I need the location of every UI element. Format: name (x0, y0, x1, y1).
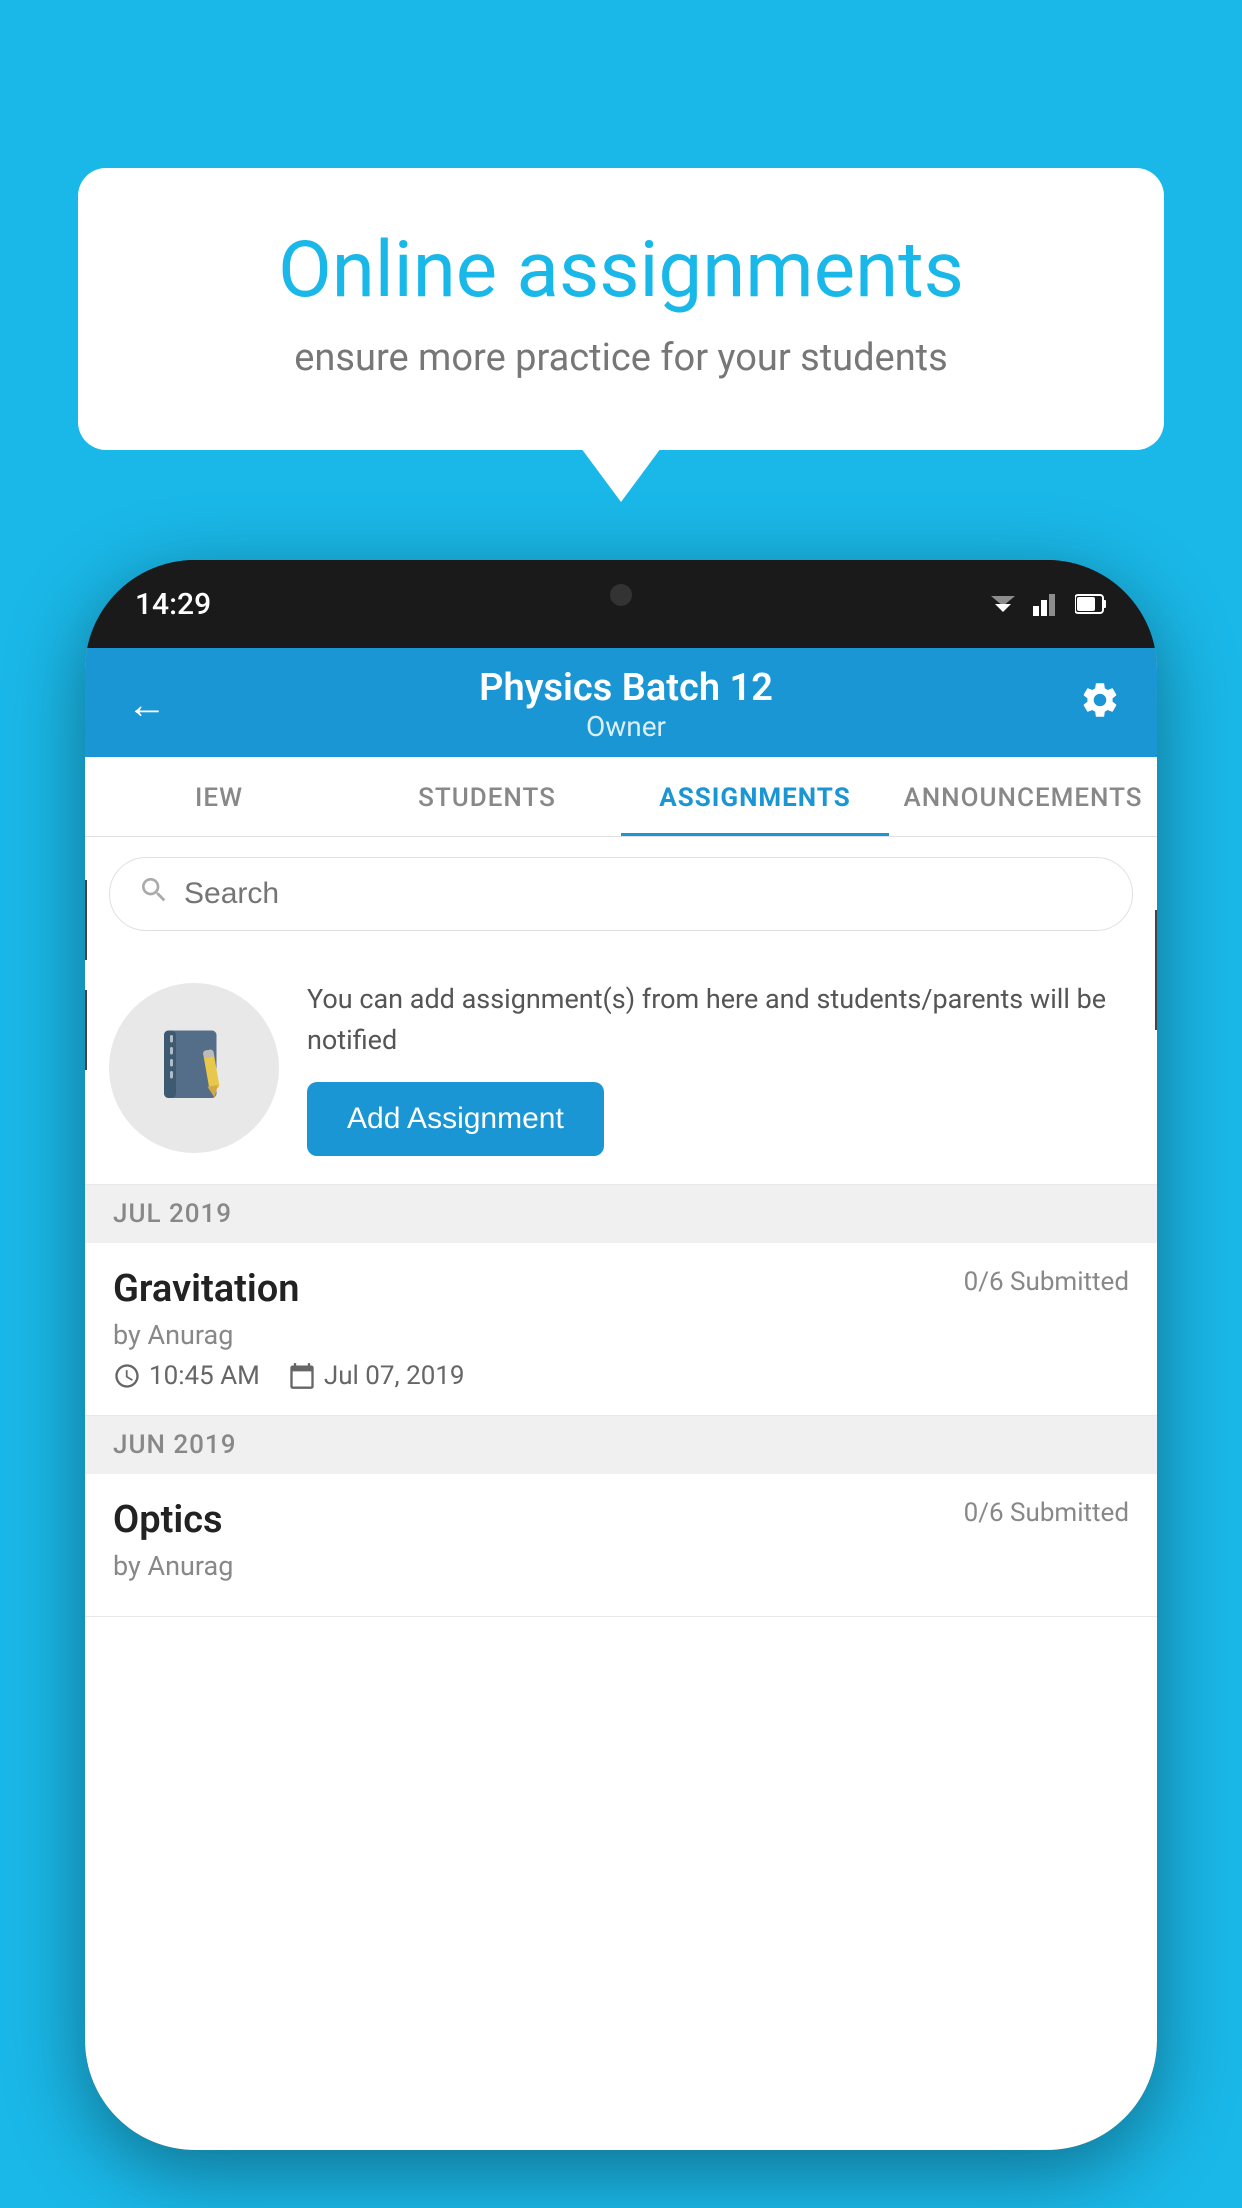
add-assignment-button[interactable]: Add Assignment (307, 1082, 604, 1156)
status-icons (987, 592, 1107, 616)
speech-bubble: Online assignments ensure more practice … (78, 168, 1164, 450)
assignment-item-gravitation[interactable]: Gravitation 0/6 Submitted by Anurag 10:4… (85, 1243, 1157, 1416)
clock-icon (113, 1362, 141, 1390)
tab-announcements[interactable]: ANNOUNCEMENTS (889, 757, 1157, 836)
search-magnifier-icon (138, 874, 170, 906)
assignment-time-value: 10:45 AM (149, 1361, 260, 1391)
assignment-by-gravitation: by Anurag (113, 1319, 1129, 1351)
gear-icon (1079, 679, 1121, 721)
phone: 14:29 ← (85, 560, 1157, 2150)
signal-icon (1033, 592, 1061, 616)
assignment-submitted-gravitation: 0/6 Submitted (964, 1267, 1129, 1297)
volume-down-button (85, 990, 87, 1070)
assignment-meta-gravitation: 10:45 AM Jul 07, 2019 (113, 1361, 1129, 1391)
assignment-title-gravitation: Gravitation (113, 1267, 300, 1311)
calendar-icon (288, 1362, 316, 1390)
promo-text: You can add assignment(s) from here and … (307, 979, 1133, 1060)
assignment-submitted-optics: 0/6 Submitted (964, 1498, 1129, 1528)
add-assignment-promo: You can add assignment(s) from here and … (85, 951, 1157, 1185)
phone-screen: ← Physics Batch 12 Owner IEW STUDENTS AS… (85, 648, 1157, 2150)
header-title: Physics Batch 12 (479, 666, 773, 710)
wifi-icon (987, 592, 1019, 616)
back-button[interactable]: ← (121, 675, 173, 734)
assignment-date-value: Jul 07, 2019 (324, 1361, 465, 1391)
header-center: Physics Batch 12 Owner (479, 666, 773, 743)
month-header-jul: JUL 2019 (85, 1185, 1157, 1243)
assignment-optics-top: Optics 0/6 Submitted (113, 1498, 1129, 1542)
tab-assignments[interactable]: ASSIGNMENTS (621, 757, 889, 836)
header-subtitle: Owner (479, 710, 773, 743)
speech-bubble-subtitle: ensure more practice for your students (158, 336, 1084, 380)
volume-up-button (85, 880, 87, 960)
tab-iew[interactable]: IEW (85, 757, 353, 836)
assignment-date: Jul 07, 2019 (288, 1361, 465, 1391)
status-time: 14:29 (135, 587, 211, 622)
power-button (1155, 910, 1157, 1030)
month-header-jun: JUN 2019 (85, 1416, 1157, 1474)
promo-icon-circle (109, 983, 279, 1153)
search-bar[interactable] (109, 857, 1133, 931)
battery-icon (1075, 593, 1107, 615)
tabs-bar: IEW STUDENTS ASSIGNMENTS ANNOUNCEMENTS (85, 757, 1157, 837)
assignment-item-optics[interactable]: Optics 0/6 Submitted by Anurag (85, 1474, 1157, 1617)
tab-students[interactable]: STUDENTS (353, 757, 621, 836)
speech-bubble-title: Online assignments (158, 228, 1084, 314)
search-input[interactable] (184, 877, 1104, 911)
assignment-title-optics: Optics (113, 1498, 223, 1542)
settings-button[interactable] (1079, 679, 1121, 731)
promo-right: You can add assignment(s) from here and … (307, 979, 1133, 1156)
assignment-time: 10:45 AM (113, 1361, 260, 1391)
assignment-top: Gravitation 0/6 Submitted (113, 1267, 1129, 1311)
search-icon (138, 874, 170, 914)
camera (610, 584, 632, 606)
notch (531, 560, 711, 620)
assignment-by-optics: by Anurag (113, 1550, 1129, 1582)
notebook-icon (149, 1023, 239, 1113)
status-bar: 14:29 (85, 560, 1157, 648)
app-header: ← Physics Batch 12 Owner (85, 648, 1157, 757)
